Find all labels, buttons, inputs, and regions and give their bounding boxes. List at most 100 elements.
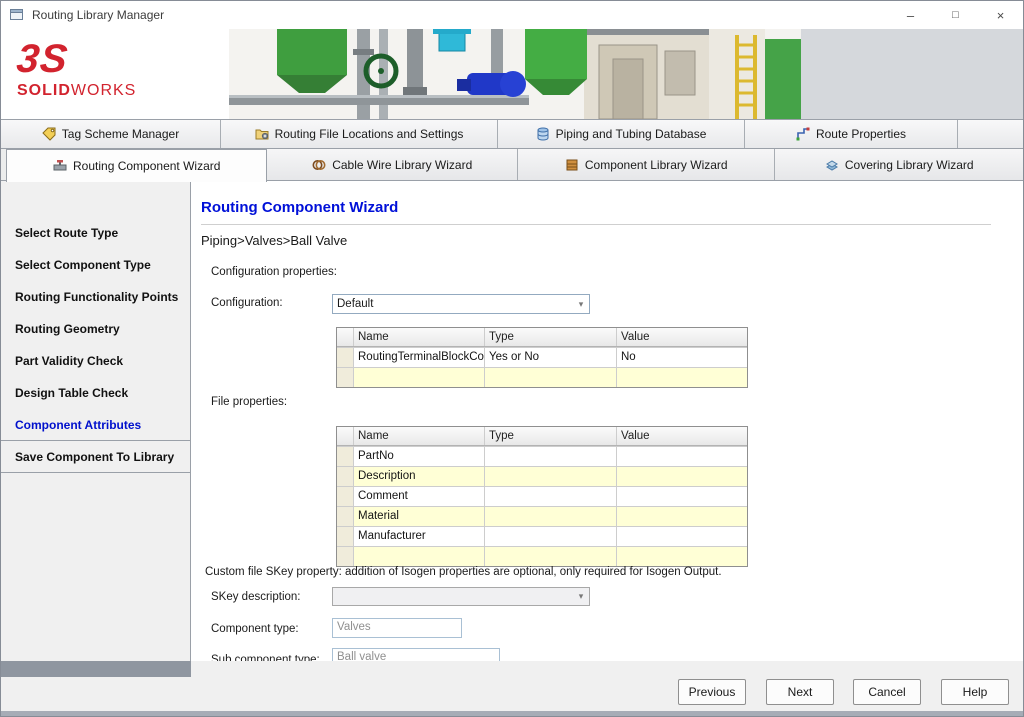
sidebar-item-select-route-type[interactable]: Select Route Type	[1, 217, 190, 249]
footer-bar: Previous Next Cancel Help	[1, 661, 1023, 716]
column-header-name: Name	[354, 427, 485, 445]
cancel-button[interactable]: Cancel	[853, 679, 921, 705]
configuration-label: Configuration:	[211, 297, 283, 309]
cell-type[interactable]	[485, 467, 617, 486]
tab-label: Covering Library Wizard	[845, 158, 974, 172]
row-selector[interactable]	[337, 507, 354, 526]
table-row: Comment	[337, 486, 747, 506]
cell-type[interactable]	[485, 368, 617, 387]
row-selector[interactable]	[337, 547, 354, 566]
row-selector[interactable]	[337, 487, 354, 506]
tab-tag-scheme-manager[interactable]: Tag Scheme Manager	[1, 120, 221, 148]
cell-name[interactable]	[354, 547, 485, 566]
cell-type[interactable]	[485, 527, 617, 546]
cell-type[interactable]	[485, 507, 617, 526]
cell-name[interactable]: RoutingTerminalBlockComp	[354, 348, 485, 367]
configuration-dropdown-value: Default	[333, 298, 573, 310]
cell-value[interactable]	[617, 487, 747, 506]
tab-row-filler	[958, 120, 1023, 148]
cell-type[interactable]	[485, 547, 617, 566]
sidebar-item-part-validity-check[interactable]: Part Validity Check	[1, 345, 190, 377]
table-row	[337, 367, 747, 387]
cell-name[interactable]: PartNo	[354, 447, 485, 466]
footer-left-panel	[1, 661, 191, 677]
row-selector[interactable]	[337, 368, 354, 387]
tab-routing-file-locations[interactable]: Routing File Locations and Settings	[221, 120, 498, 148]
sidebar-item-design-table-check[interactable]: Design Table Check	[1, 377, 190, 409]
sidebar-item-component-attributes[interactable]: Component Attributes	[1, 409, 190, 441]
tab-cable-wire-library-wizard[interactable]: Cable Wire Library Wizard	[267, 149, 518, 180]
help-button[interactable]: Help	[941, 679, 1009, 705]
table-row: RoutingTerminalBlockComp Yes or No No	[337, 347, 747, 367]
app-icon	[9, 7, 25, 23]
tab-component-library-wizard[interactable]: Component Library Wizard	[518, 149, 776, 180]
cable-wire-icon	[312, 158, 326, 172]
routing-component-wizard-icon	[53, 159, 67, 173]
title-divider	[201, 224, 991, 225]
cell-value[interactable]	[617, 527, 747, 546]
file-properties-label: File properties:	[211, 396, 287, 408]
close-button[interactable]: ×	[978, 1, 1023, 29]
sub-component-type-value: Ball valve	[337, 651, 386, 661]
tab-route-properties[interactable]: Route Properties	[745, 120, 958, 148]
next-button[interactable]: Next	[766, 679, 834, 705]
chevron-down-icon: ▾	[573, 299, 589, 310]
skey-description-dropdown[interactable]: ▾	[332, 587, 590, 606]
cell-value[interactable]	[617, 467, 747, 486]
tab-piping-tubing-database[interactable]: Piping and Tubing Database	[498, 120, 745, 148]
column-header-name: Name	[354, 328, 485, 346]
cell-name[interactable]: Manufacturer	[354, 527, 485, 546]
logo-word-solid: SOLID	[17, 82, 71, 99]
window-controls: – □ ×	[888, 1, 1023, 29]
cell-type[interactable]	[485, 447, 617, 466]
sidebar-item-save-component-to-library[interactable]: Save Component To Library	[1, 441, 190, 473]
sidebar-item-routing-functionality-points[interactable]: Routing Functionality Points	[1, 281, 190, 313]
cell-type[interactable]	[485, 487, 617, 506]
previous-button[interactable]: Previous	[678, 679, 746, 705]
table-header-row: Name Type Value	[337, 328, 747, 347]
row-selector[interactable]	[337, 447, 354, 466]
minimize-button[interactable]: –	[888, 1, 933, 29]
window-title: Routing Library Manager	[32, 8, 164, 22]
cell-name[interactable]	[354, 368, 485, 387]
column-header-type: Type	[485, 427, 617, 445]
tab-row-wizards: Routing Component Wizard Cable Wire Libr…	[1, 149, 1023, 181]
covering-library-icon	[825, 158, 839, 172]
cell-value[interactable]	[617, 447, 747, 466]
row-selector[interactable]	[337, 348, 354, 367]
banner-image	[229, 29, 801, 119]
configuration-dropdown[interactable]: Default ▾	[332, 294, 590, 314]
tab-routing-component-wizard[interactable]: Routing Component Wizard	[6, 149, 267, 182]
table-header-row: Name Type Value	[337, 427, 747, 446]
sidebar-item-routing-geometry[interactable]: Routing Geometry	[1, 313, 190, 345]
cell-value[interactable]: No	[617, 348, 747, 367]
tag-icon	[42, 127, 56, 141]
tab-label: Component Library Wizard	[585, 158, 728, 172]
page-title: Routing Component Wizard	[201, 199, 398, 216]
sub-component-type-input[interactable]: Ball valve	[332, 648, 500, 661]
cell-value[interactable]	[617, 547, 747, 566]
cell-name[interactable]: Comment	[354, 487, 485, 506]
component-type-value: Valves	[337, 621, 371, 633]
solidworks-logo-word: SOLIDWORKS	[17, 82, 136, 100]
cell-value[interactable]	[617, 368, 747, 387]
logo-word-works: WORKS	[71, 82, 136, 99]
solidworks-logo: 3S SOLIDWORKS	[17, 37, 136, 100]
component-type-label: Component type:	[211, 623, 299, 635]
table-row	[337, 546, 747, 566]
cell-name[interactable]: Material	[354, 507, 485, 526]
component-type-input[interactable]: Valves	[332, 618, 462, 638]
column-header-type: Type	[485, 328, 617, 346]
tab-covering-library-wizard[interactable]: Covering Library Wizard	[775, 149, 1023, 180]
row-selector-header	[337, 328, 354, 346]
cell-type[interactable]: Yes or No	[485, 348, 617, 367]
row-selector[interactable]	[337, 467, 354, 486]
row-selector[interactable]	[337, 527, 354, 546]
route-properties-icon	[796, 127, 810, 141]
cell-name[interactable]: Description	[354, 467, 485, 486]
database-icon	[536, 127, 550, 141]
sub-component-type-label: Sub component type:	[211, 654, 320, 661]
maximize-button[interactable]: □	[933, 1, 978, 29]
cell-value[interactable]	[617, 507, 747, 526]
sidebar-item-select-component-type[interactable]: Select Component Type	[1, 249, 190, 281]
